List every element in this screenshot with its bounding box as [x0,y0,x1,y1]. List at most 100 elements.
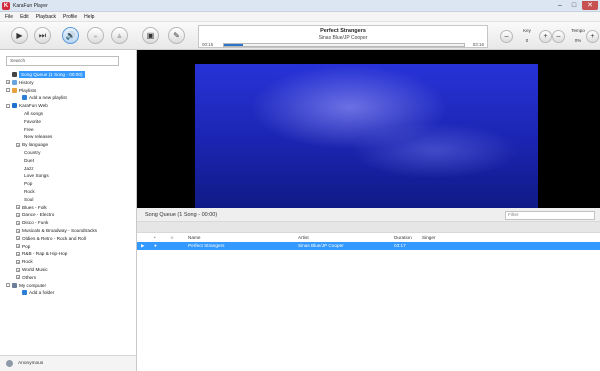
tree-node-icon [12,103,17,109]
sidebar-item[interactable]: Love Songs [24,172,49,179]
user-name: Anonymous [18,361,44,366]
sidebar-item[interactable]: Soul [24,196,33,203]
sidebar-item[interactable]: By language [22,141,48,148]
title-bar: K KaraFun Player – □ ✕ [0,0,600,12]
maximize-button[interactable]: □ [568,1,580,10]
sidebar-item[interactable]: Duet [24,157,34,164]
tree-expander-icon[interactable]: + [16,259,20,264]
close-button[interactable]: ✕ [582,1,598,10]
progress-fill [224,44,244,46]
user-avatar-icon [6,360,13,367]
fullscreen-button[interactable]: ▣ [142,27,159,44]
menu-playback[interactable]: Playback [36,12,56,21]
filter-input[interactable]: Filter [505,211,595,220]
column-singer[interactable]: Singer [422,234,436,242]
tree-expander-icon[interactable]: + [16,267,20,272]
tree-expander-icon[interactable]: + [6,80,10,85]
sidebar-item[interactable]: Jazz [24,165,34,172]
menu-edit[interactable]: Edit [20,12,29,21]
playing-icon: ▶ [141,243,145,248]
user-bar[interactable]: Anonymous [0,355,137,371]
sidebar-item[interactable]: Favorite [24,118,41,125]
sidebar-item[interactable]: Oldies & Retro - Rock and Roll [22,235,86,242]
menu-profile[interactable]: Profile [63,12,77,21]
tree-expander-icon[interactable]: + [16,275,20,280]
sidebar-item[interactable]: Dance - Electro [22,211,54,218]
tree-expander-icon[interactable]: + [16,142,20,147]
speaker-icon: 🔊 [65,31,76,40]
video-area [137,50,600,208]
queue-title: Song Queue (1 Song - 00:00) [145,212,218,218]
library-sidebar [0,50,137,355]
tree-expander-icon[interactable]: + [16,251,20,256]
column-name[interactable]: Name [188,234,201,242]
sidebar-item[interactable]: Add a new playlist [29,94,67,101]
key-down-button[interactable]: – [500,30,513,43]
tree-expander-icon[interactable]: + [16,220,20,225]
sidebar-item[interactable]: All songs [24,110,43,117]
elapsed-time: 00:15 [202,42,214,47]
key-up-button[interactable]: + [539,30,552,43]
plus-icon: + [543,33,548,40]
column-duration[interactable]: Duration [394,234,412,242]
metronome-button[interactable]: ▲ [111,27,128,44]
sidebar-item[interactable]: Rock [24,188,35,195]
tree-node-icon [12,79,17,85]
settings-button[interactable]: ✎ [168,27,185,44]
sidebar-item[interactable]: Country [24,149,40,156]
sidebar-item[interactable]: Song Queue (1 Song - 00:00) [19,71,85,78]
tree-node-icon [22,95,27,101]
tree-expander-icon[interactable]: + [16,228,20,233]
play-button[interactable]: ▶ [11,27,28,44]
song-queue-panel: Song Queue (1 Song - 00:00) Filter ◔ ☆ N… [137,208,600,371]
sidebar-item[interactable]: Pop [22,243,30,250]
menu-help[interactable]: Help [84,12,94,21]
minimize-button[interactable]: – [554,1,566,10]
tempo-down-button[interactable]: – [552,30,565,43]
karafun-logo-icon: K [2,2,10,10]
sidebar-item[interactable]: Add a folder [29,289,54,296]
sidebar-item[interactable]: Rock [22,258,33,265]
column-type-icon[interactable]: ◔ [153,234,156,242]
tree-expander-icon[interactable]: + [16,205,20,210]
now-playing-title: Perfect Strangers [320,28,366,34]
microphone-button[interactable]: ◒ [87,27,104,44]
queue-toolbar-strip [137,222,600,233]
next-button[interactable]: ⏭ [34,27,51,44]
sidebar-item[interactable]: World Music [22,266,48,273]
queue-row[interactable]: ▶ ● Perfect Strangers Sinas Blue/JP Coop… [137,242,600,250]
play-icon: ▶ [16,31,23,40]
tree-expander-icon[interactable]: + [16,236,20,241]
sidebar-item[interactable]: Playlists [19,87,36,94]
tempo-up-button[interactable]: + [586,30,599,43]
queue-song-duration: 03:17 [394,243,406,248]
tree-expander-icon[interactable]: + [16,212,20,217]
progress-bar[interactable] [223,43,465,47]
tree-node-icon [12,282,17,288]
tree-expander-icon[interactable]: – [6,283,10,288]
tree-expander-icon[interactable]: – [6,88,10,93]
tree-node-icon [12,72,17,77]
sidebar-item[interactable]: Pop [24,180,32,187]
sidebar-item[interactable]: My computer [19,282,46,289]
sidebar-item[interactable]: Free [24,126,34,133]
column-favorite-icon[interactable]: ☆ [170,234,174,242]
tree-expander-icon[interactable]: – [6,103,10,108]
tree-expander-icon[interactable]: + [16,244,20,249]
sidebar-item[interactable]: Blues - Folk [22,204,47,211]
sidebar-item[interactable]: Musicals & Broadway - Soundtracks [22,227,97,234]
sidebar-item[interactable]: Disco - Funk [22,219,48,226]
sidebar-item[interactable]: KaraFun Web [19,102,48,109]
toolbar: ▶ ⏭ 🔊 ◒ ▲ ▣ ✎ Perfect Strangers Sinas Bl… [0,22,600,50]
search-input[interactable]: Search [6,56,119,66]
key-value: 0 [525,38,529,43]
next-track-icon: ⏭ [38,31,47,40]
sidebar-item[interactable]: R&B - Rap & Hip-Hop [22,250,67,257]
column-artist[interactable]: Artist [298,234,309,242]
sidebar-item[interactable]: Others [22,274,36,281]
sidebar-item[interactable]: New releases [24,133,52,140]
vocals-button[interactable]: 🔊 [62,27,79,44]
menu-file[interactable]: File [5,12,13,21]
sidebar-item[interactable]: History [19,79,34,86]
screen-icon: ▣ [146,31,155,40]
